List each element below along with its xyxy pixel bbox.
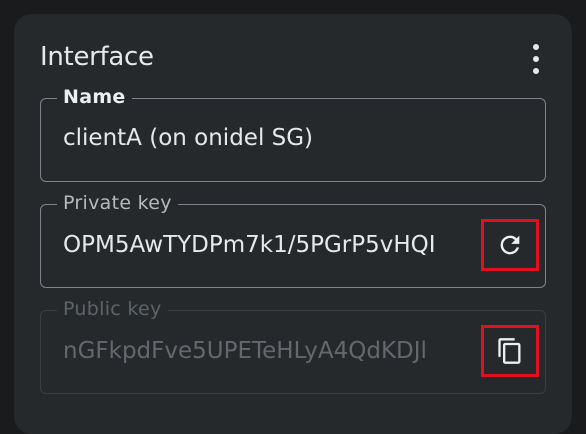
name-input[interactable]: clientA (on onidel SG) — [63, 125, 523, 151]
private-key-field[interactable]: Private key OPM5AwTYDPm7k1/5PGrP5vHQI — [40, 192, 546, 288]
interface-card: Interface Name clientA (on onidel SG) Pr… — [14, 14, 572, 434]
public-key-label: Public key — [57, 298, 168, 320]
refresh-key-button[interactable] — [481, 219, 539, 271]
copy-key-button[interactable] — [481, 325, 539, 377]
copy-icon — [498, 338, 521, 364]
name-field-label: Name — [57, 86, 132, 108]
refresh-icon — [500, 235, 520, 255]
private-key-input[interactable]: OPM5AwTYDPm7k1/5PGrP5vHQI — [63, 232, 475, 258]
public-key-field: Public key nGFkpdFve5UPETeHLyA4QdKDJl — [40, 298, 546, 394]
private-key-label: Private key — [57, 192, 178, 214]
public-key-input: nGFkpdFve5UPETeHLyA4QdKDJl — [63, 338, 427, 364]
name-field[interactable]: Name clientA (on onidel SG) — [40, 86, 546, 182]
more-vert-icon[interactable] — [524, 44, 548, 74]
card-title: Interface — [40, 42, 154, 72]
